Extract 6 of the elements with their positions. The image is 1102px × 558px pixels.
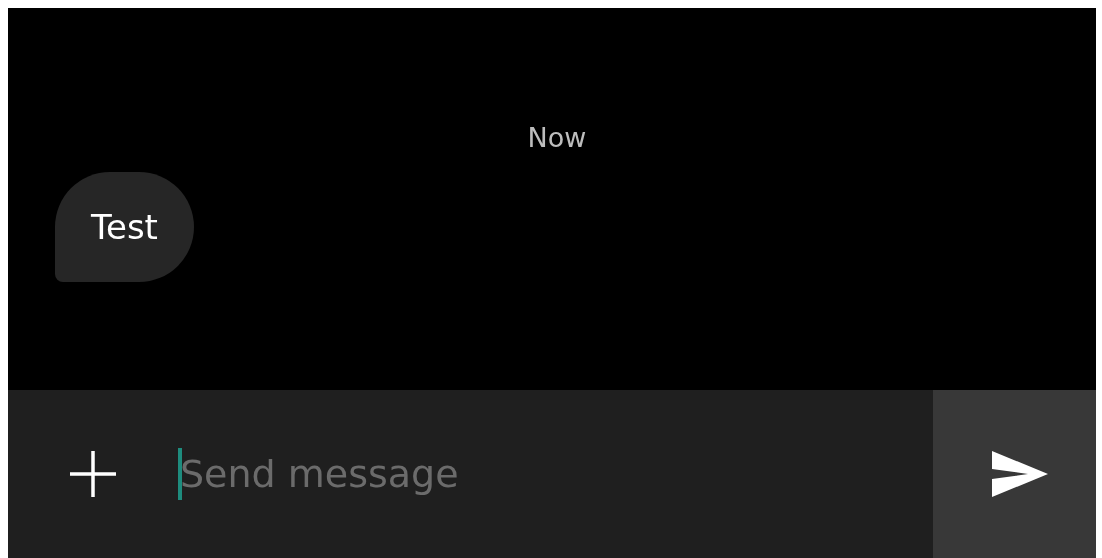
- timestamp: Now: [527, 122, 587, 153]
- send-button[interactable]: [933, 390, 1096, 558]
- add-icon[interactable]: [68, 449, 118, 499]
- send-icon: [990, 450, 1049, 498]
- message-bubble: Test: [55, 172, 194, 282]
- message-field[interactable]: Send message: [176, 452, 933, 496]
